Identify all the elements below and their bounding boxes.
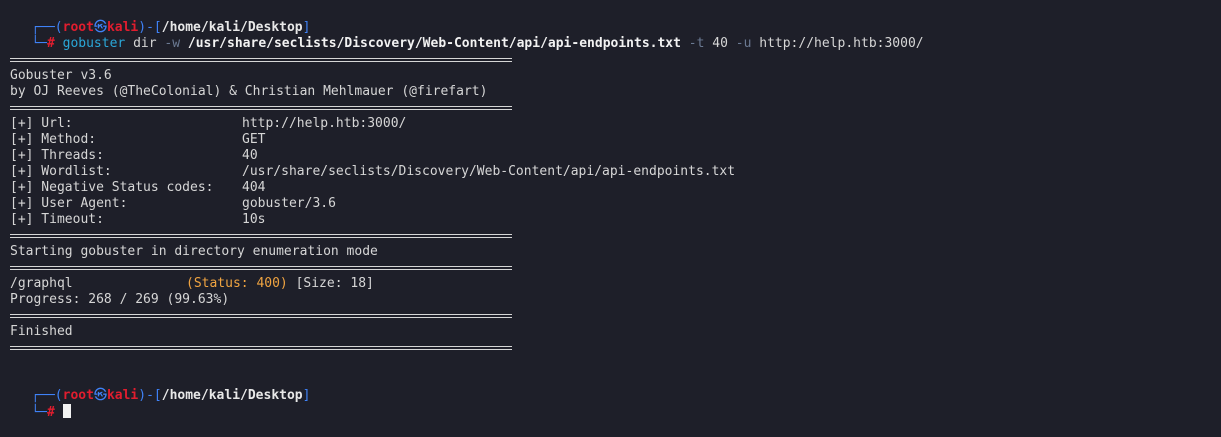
setting-value: 40 bbox=[242, 148, 258, 163]
setting-value: GET bbox=[242, 132, 266, 147]
prompt-symbol: # bbox=[46, 36, 55, 51]
setting-row: [+] Method: GET bbox=[10, 132, 1221, 148]
prompt-symbol: # bbox=[46, 405, 55, 420]
prompt-line-2: ┌──(root㉿kali)-[/home/kali/Desktop] bbox=[0, 372, 1211, 403]
prompt-corner-bottom: └─ bbox=[31, 36, 47, 51]
separator bbox=[10, 100, 512, 116]
separator bbox=[10, 308, 512, 324]
separator bbox=[10, 52, 512, 68]
url-arg: http://help.htb:3000/ bbox=[759, 36, 924, 51]
command-mode: dir bbox=[133, 36, 157, 51]
prompt-corner-bottom: └─ bbox=[31, 405, 47, 420]
prompt-line-1: ┌──(root㉿kali)-[/home/kali/Desktop] bbox=[0, 4, 1211, 35]
result-path: /graphql bbox=[10, 276, 73, 291]
wordlist-arg: /usr/share/seclists/Discovery/Web-Conten… bbox=[187, 36, 681, 51]
setting-value: /usr/share/seclists/Discovery/Web-Conten… bbox=[242, 164, 736, 179]
command-line: └─# gobuster dir -w /usr/share/seclists/… bbox=[0, 20, 1211, 51]
setting-label: [+] User Agent: bbox=[10, 196, 128, 211]
terminal-output[interactable]: ┌──(root㉿kali)-[/home/kali/Desktop] └─# … bbox=[10, 4, 1221, 420]
settings-list: [+] Url: http://help.htb:3000/ [+] Method… bbox=[10, 116, 1221, 228]
threads-arg: 40 bbox=[712, 36, 728, 51]
wordlist-flag: -w bbox=[164, 36, 181, 51]
result-row: /graphql (Status: 400) [Size: 18] bbox=[10, 276, 1221, 292]
setting-label: [+] Method: bbox=[10, 132, 97, 147]
setting-value: 10s bbox=[242, 212, 266, 227]
setting-label: [+] Timeout: bbox=[10, 212, 104, 227]
setting-label: [+] Url: bbox=[10, 116, 73, 131]
banner-version: Gobuster v3.6 bbox=[10, 68, 112, 83]
setting-row: [+] Threads: 40 bbox=[10, 148, 1221, 164]
setting-value: gobuster/3.6 bbox=[242, 196, 336, 211]
command-name: gobuster bbox=[62, 36, 126, 51]
input-line[interactable]: └─# bbox=[0, 388, 1211, 420]
banner-authors: by OJ Reeves (@TheColonial) & Christian … bbox=[10, 84, 488, 99]
setting-row: [+] Url: http://help.htb:3000/ bbox=[10, 116, 1221, 132]
result-status: (Status: 400) bbox=[186, 276, 288, 291]
separator bbox=[10, 260, 512, 276]
start-message: Starting gobuster in directory enumerati… bbox=[10, 244, 378, 259]
setting-value: http://help.htb:3000/ bbox=[242, 116, 407, 131]
setting-row: [+] Negative Status codes: 404 bbox=[10, 180, 1221, 196]
result-size: [Size: 18] bbox=[295, 276, 374, 291]
setting-row: [+] Wordlist: /usr/share/seclists/Discove… bbox=[10, 164, 1221, 180]
setting-value: 404 bbox=[242, 180, 266, 195]
progress-text: Progress: 268 / 269 (99.63%) bbox=[10, 292, 230, 307]
separator bbox=[10, 340, 512, 356]
setting-label: [+] Wordlist: bbox=[10, 164, 112, 179]
setting-label: [+] Negative Status codes: bbox=[10, 180, 214, 195]
setting-label: [+] Threads: bbox=[10, 148, 104, 163]
threads-flag: -t bbox=[688, 36, 705, 51]
finished-message: Finished bbox=[10, 324, 73, 339]
setting-row: [+] User Agent: gobuster/3.6 bbox=[10, 196, 1221, 212]
separator bbox=[10, 228, 512, 244]
setting-row: [+] Timeout: 10s bbox=[10, 212, 1221, 228]
url-flag: -u bbox=[735, 36, 752, 51]
